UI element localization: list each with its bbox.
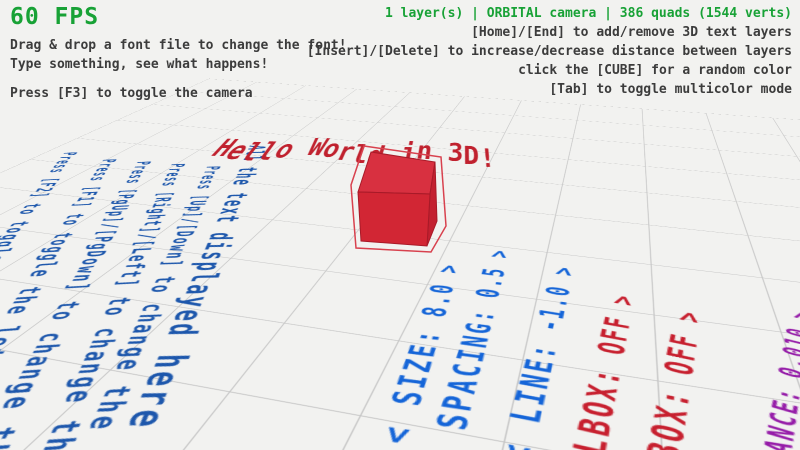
hint-layer-distance: [Insert]/[Delete] to increase/decrease d… [307, 42, 792, 61]
status-line: 1 layer(s) | ORBITAL camera | 386 quads … [307, 4, 792, 23]
hint-cube-click: click the [CUBE] for a random color [307, 61, 792, 80]
hint-multicolor: [Tab] to toggle multicolor mode [307, 80, 792, 99]
hud-top-right: 1 layer(s) | ORBITAL camera | 386 quads … [307, 4, 792, 99]
cube-front-face[interactable] [358, 192, 430, 246]
hint-camera-toggle: Press [F3] to toggle the camera [10, 84, 347, 103]
hint-drag-drop: Drag & drop a font file to change the fo… [10, 36, 347, 55]
hint-layers: [Home]/[End] to add/remove 3D text layer… [307, 23, 792, 42]
cube-top-face[interactable] [358, 152, 435, 194]
hud-top-left: 60 FPS Drag & drop a font file to change… [10, 4, 347, 103]
fps-counter: 60 FPS [10, 4, 347, 30]
spacer [10, 74, 347, 84]
hint-type: Type something, see what happens! [10, 55, 347, 74]
